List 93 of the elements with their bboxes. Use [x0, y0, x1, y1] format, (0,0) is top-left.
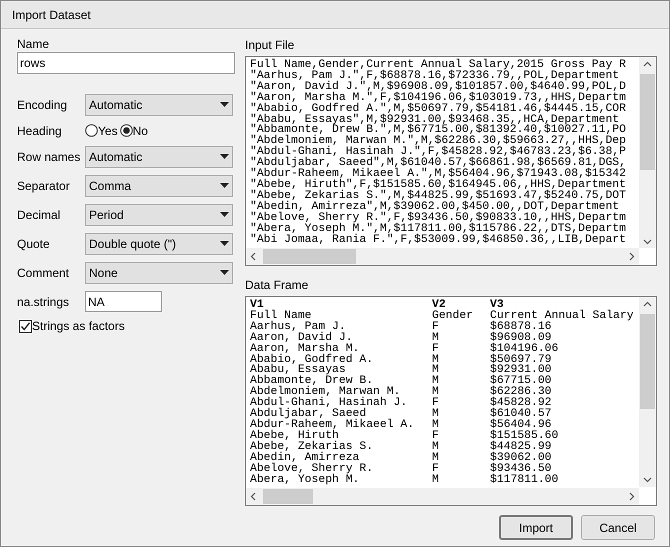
caret-icon	[220, 241, 229, 246]
dropdown[interactable]: Comma	[85, 174, 233, 196]
table-cell-text: $39062.00	[490, 452, 553, 464]
dropdown[interactable]: Period	[85, 204, 233, 226]
column-header: V2	[432, 300, 446, 311]
table-cell-text: Abedin, Amirreza	[250, 452, 360, 464]
table-cell-text: Current Annual Salary	[490, 310, 635, 322]
vertical-scrollbar[interactable]	[639, 57, 656, 248]
caret-icon	[220, 154, 229, 159]
table-cell-text: $96908.09	[490, 332, 552, 344]
table-cell-text: M	[432, 376, 440, 388]
table-cell-text: M	[432, 332, 440, 344]
table-cell-text: Abebe, Zekarias S.	[250, 442, 374, 453]
table-cell-text: Abelove, Sherry R.	[250, 464, 374, 474]
field-label: Name	[17, 37, 50, 52]
table-cell-text: Full Name	[250, 310, 312, 322]
table-cell-text: M	[432, 354, 440, 366]
column-header: V1	[250, 300, 264, 311]
text-line: "Abdur-Raheem, Mikaeel A.",M,$56404.96,$71943.08,$15342	[250, 169, 627, 180]
table-cell-text: M	[432, 387, 440, 398]
vertical-scrollbar[interactable]	[639, 297, 656, 487]
table-cell-text: Aaron, David J.	[250, 332, 353, 344]
field-label: Comment	[17, 264, 70, 282]
text-line: "Aarhus, Pam J.",F,$68878.16,$72336.79,,POL,Department	[250, 70, 620, 82]
text-line: "Aaron, David J.",M,$96908.09,$101857.00,$4640.99,POL,D	[250, 82, 627, 93]
text-line: "Ababu, Essayas",M,$92931.00,$93468.35,,HCA,Department	[250, 114, 620, 126]
radio-option[interactable]: Yes	[85, 122, 118, 140]
table-cell-text: Aarhus, Pam J.	[250, 322, 346, 333]
table-cell-text: $56404.96	[490, 420, 552, 431]
text-line: "Aaron, Marsha M.",F,$104196.06,$103019.73,,HHS,Departm	[250, 92, 627, 104]
table-cell-text: $61040.57	[490, 409, 553, 420]
table-cell-text: F	[432, 344, 440, 355]
table-cell-text: M	[432, 420, 440, 431]
caret-icon	[220, 102, 229, 107]
dialog-button[interactable]: Import	[499, 515, 573, 540]
dropdown[interactable]: Automatic	[85, 94, 233, 116]
table-cell-text: M	[432, 365, 440, 376]
table-cell-text: $93436.50	[490, 464, 552, 474]
table-cell-text: M	[432, 474, 440, 486]
checkbox-option[interactable]: Strings as factors	[19, 317, 233, 335]
table-cell-text: $104196.06	[490, 344, 560, 355]
radio-button[interactable]	[85, 124, 98, 137]
table-cell-text: Abduljabar, Saeed	[250, 409, 366, 420]
field-label: Encoding	[17, 96, 68, 114]
table-cell-text: Aaron, Marsha M.	[250, 344, 360, 355]
radio-button[interactable]	[120, 124, 133, 137]
table-cell-text: M	[432, 452, 440, 464]
text-line: "Ababio, Godfred A.",M,$50697.79,$54181.46,$4445.15,COR	[250, 104, 627, 115]
horizontal-scrollbar[interactable]	[246, 248, 639, 265]
caret-icon	[220, 183, 229, 188]
field-label: Decimal	[17, 206, 62, 224]
table-cell-text: M	[432, 409, 440, 420]
text-line: "Abedin, Amirreza",M,$39062.00,$450.00,,DOT,Department	[250, 202, 620, 213]
table-cell-text: Gender	[432, 310, 474, 322]
text-line: "Abi Jomaa, Rania F.",F,$53009.99,$46850.36,,LIB,Depart	[250, 234, 627, 246]
field-label: Heading	[17, 122, 63, 140]
text-line: "Abera, Yoseph M.",M,$117811.00,$115786.22,,DTS,Departm	[250, 224, 627, 234]
table-cell-text: F	[432, 322, 440, 333]
dropdown[interactable]: None	[85, 262, 233, 284]
table-cell-text: Abebe, Hiruth	[250, 430, 339, 442]
section-label: Input File	[245, 38, 296, 53]
text-line: Full Name,Gender,Current Annual Salary,2015 Gross Pay R	[250, 60, 627, 71]
field-label: Row names	[17, 148, 82, 166]
table-cell-text: F	[432, 430, 440, 442]
table-cell-text: $44825.99	[490, 442, 553, 453]
text-line: "Abelove, Sherry R.",F,$93436.50,$90833.10,,HHS,Departm	[250, 212, 627, 224]
table-cell-text: Ababio, Godfred A.	[250, 354, 374, 366]
dropdown[interactable]: Automatic	[85, 146, 233, 168]
section-label: Data Frame	[245, 278, 310, 293]
radio-option[interactable]: No	[120, 122, 148, 140]
checkbox[interactable]	[19, 320, 32, 332]
text-line: "Abebe, Hiruth",F,$151585.60,$164945.06,,HHS,Department	[250, 180, 627, 191]
field-label: Quote	[17, 236, 51, 252]
field-label: Separator	[17, 178, 71, 194]
caret-icon	[220, 270, 229, 275]
table-cell-text: M	[432, 442, 440, 453]
table-cell-text: $68878.16	[490, 322, 553, 333]
dialog-button[interactable]: Cancel	[581, 515, 655, 540]
table-cell-text: $151585.60	[490, 430, 560, 442]
dropdown[interactable]: Double quote (")	[85, 232, 233, 254]
name-field[interactable]: rows	[17, 52, 235, 74]
table-cell-text: F	[432, 398, 440, 410]
caret-icon	[220, 212, 229, 217]
field-label: na.strings	[17, 294, 70, 310]
text-line: "Abebe, Zekarias S.",M,$44825.99,$51693.47,$5240.75,DOT	[250, 190, 627, 202]
table-cell-text: $117811.00	[490, 474, 560, 486]
text-field[interactable]: NA	[85, 291, 162, 312]
table-cell-text: F	[432, 464, 440, 474]
column-header: V3	[490, 300, 504, 311]
table-cell-text: Abera, Yoseph M.	[250, 474, 360, 486]
horizontal-scrollbar[interactable]	[246, 488, 639, 505]
table-cell-text: Abdur-Raheem, Mikaeel A.	[250, 420, 416, 431]
window-title: Import Dataset	[12, 6, 91, 24]
